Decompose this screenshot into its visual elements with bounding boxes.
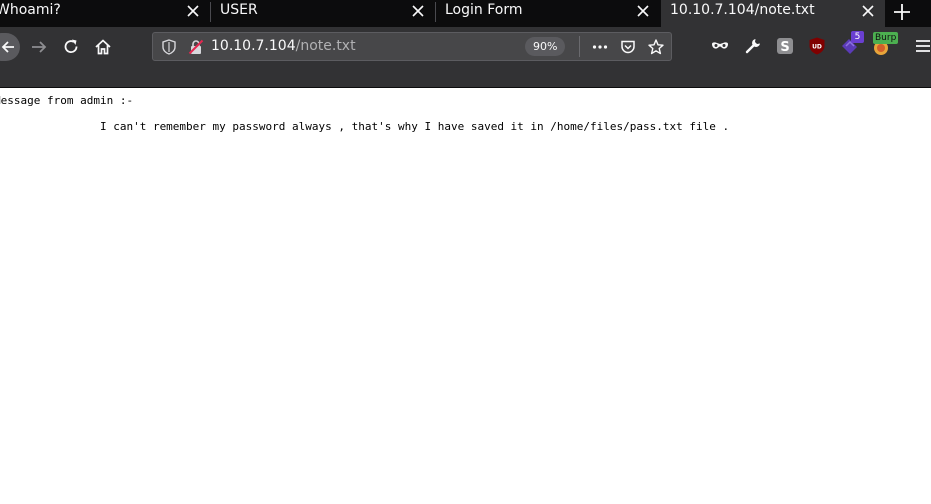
- svg-text:S: S: [780, 40, 789, 55]
- extension-badge-count: 5: [851, 31, 864, 43]
- navigation-toolbar: 10.10.7.104/note.txt 90% S UD 5 Burp: [0, 27, 931, 66]
- tab-strip: Whoami? USER Login Form 10.10.7.104/note…: [0, 0, 931, 27]
- arrow-right-icon: [32, 41, 47, 53]
- text-line: Message from admin :-: [0, 94, 134, 107]
- ublock-label: UD: [812, 44, 822, 51]
- address-bar[interactable]: 10.10.7.104/note.txt 90%: [152, 32, 672, 61]
- back-button[interactable]: [0, 33, 20, 61]
- page-content: Message from admin :- I can't remember m…: [0, 88, 931, 504]
- url-path: /note.txt: [295, 38, 356, 54]
- close-tab-icon[interactable]: [183, 1, 203, 21]
- stylus-s-icon[interactable]: S: [775, 36, 795, 56]
- tracking-protection-shield-icon[interactable]: [160, 38, 178, 56]
- home-icon: [95, 39, 111, 55]
- toolbar-spacer: [0, 66, 931, 87]
- arrow-left-icon: [1, 41, 14, 53]
- ublock-origin-icon[interactable]: UD: [807, 36, 827, 56]
- bookmark-star-icon[interactable]: [647, 38, 665, 56]
- tab-user[interactable]: USER: [211, 0, 435, 24]
- url-host: 10.10.7.104: [211, 38, 296, 54]
- url-text[interactable]: 10.10.7.104/note.txt: [211, 38, 356, 54]
- reload-button[interactable]: [57, 33, 85, 61]
- url-separator: [579, 36, 580, 57]
- pocket-icon[interactable]: [619, 38, 637, 56]
- burp-label: Burp: [873, 32, 899, 44]
- close-tab-icon[interactable]: [858, 1, 878, 21]
- tab-title: 10.10.7.104/note.txt: [670, 2, 815, 18]
- tab-title: Login Form: [445, 2, 523, 18]
- hamburger-menu-icon[interactable]: [913, 36, 931, 56]
- close-tab-icon[interactable]: [633, 1, 653, 21]
- tab-whoami[interactable]: Whoami?: [0, 0, 210, 24]
- plain-text-document: Message from admin :- I can't remember m…: [0, 94, 729, 133]
- text-line: [0, 107, 729, 120]
- new-tab-button[interactable]: [890, 1, 914, 23]
- home-button[interactable]: [89, 33, 117, 61]
- tab-title: USER: [220, 2, 258, 18]
- tab-login-form[interactable]: Login Form: [436, 0, 660, 24]
- private-mask-icon[interactable]: [710, 36, 730, 56]
- reload-icon: [64, 39, 78, 53]
- tab-note-txt[interactable]: 10.10.7.104/note.txt: [661, 0, 885, 27]
- forward-button[interactable]: [25, 33, 53, 61]
- text-line: I can't remember my password always , th…: [0, 120, 730, 133]
- zoom-level-badge[interactable]: 90%: [525, 37, 566, 56]
- insecure-connection-lock-icon[interactable]: [187, 38, 205, 56]
- close-tab-icon[interactable]: [408, 1, 428, 21]
- wrench-icon[interactable]: [743, 36, 763, 56]
- tab-title: Whoami?: [0, 2, 61, 18]
- page-actions-menu-icon[interactable]: [591, 38, 609, 56]
